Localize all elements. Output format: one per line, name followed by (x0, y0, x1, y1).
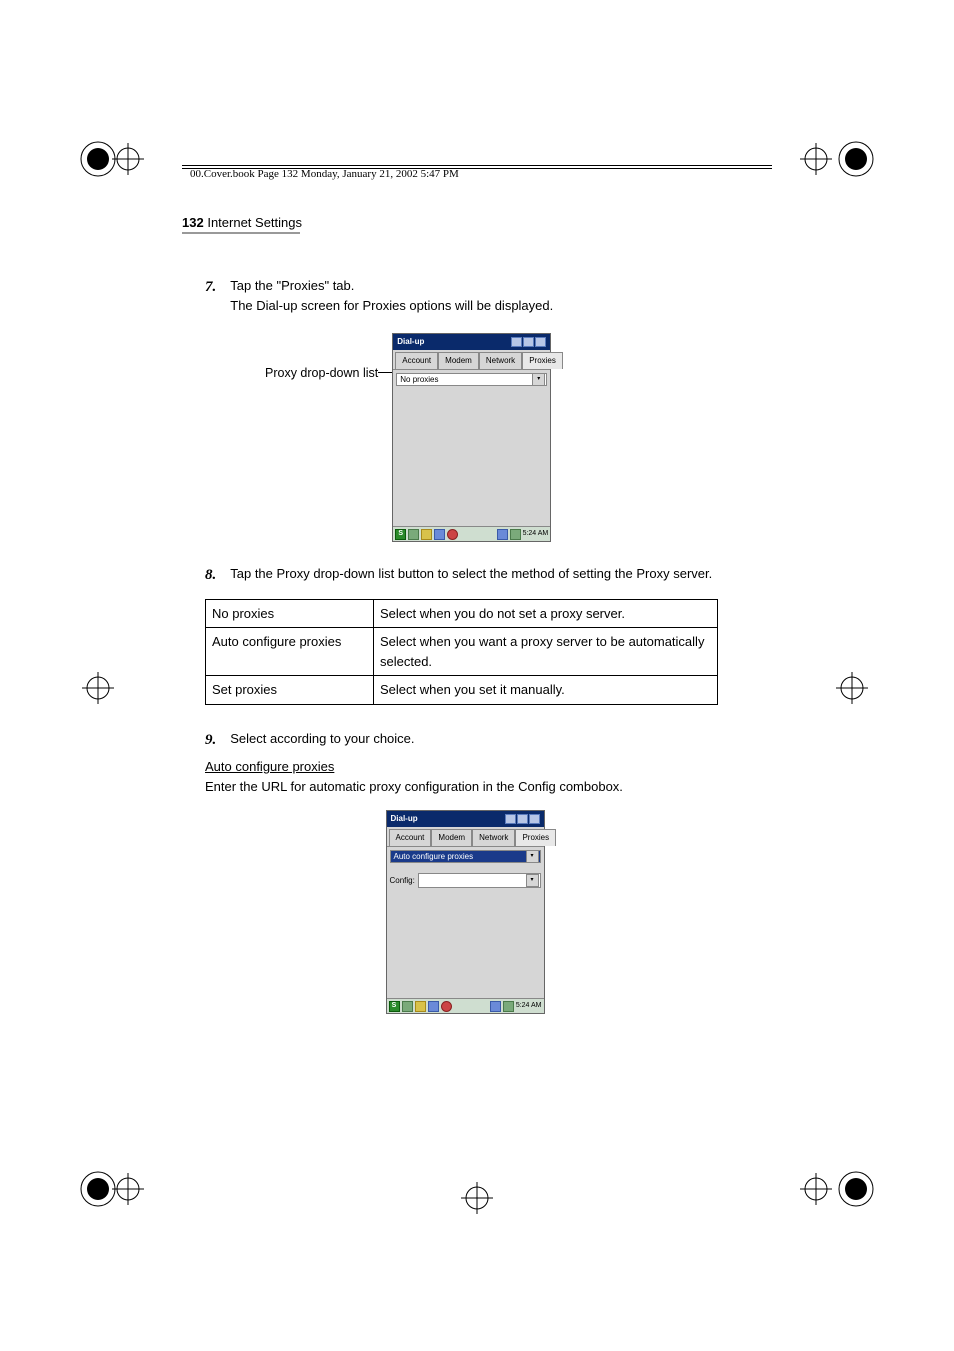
table-cell-option: Set proxies (206, 676, 374, 705)
device-screenshot-2: Dial-up Account Modem Network Proxies Au… (386, 810, 545, 1014)
step-number-7: 7. (205, 276, 216, 315)
taskbar-icon[interactable] (421, 529, 432, 540)
tab-account[interactable]: Account (389, 829, 432, 846)
table-cell-option: No proxies (206, 599, 374, 628)
device-taskbar: S 5:24 AM (393, 526, 550, 541)
taskbar-icon[interactable] (415, 1001, 426, 1012)
running-head-rule (182, 232, 300, 234)
window-ok-icon[interactable] (535, 337, 546, 347)
cropmark-mid-right (828, 668, 876, 708)
tab-proxies[interactable]: Proxies (522, 352, 563, 369)
window-help-icon[interactable] (511, 337, 522, 347)
proxy-dropdown[interactable]: Auto configure proxies ▾ (390, 850, 541, 863)
step-number-8: 8. (205, 564, 216, 587)
chevron-down-icon[interactable]: ▾ (526, 874, 539, 887)
proxy-options-table: No proxies Select when you do not set a … (205, 599, 718, 705)
taskbar-icon[interactable] (408, 529, 419, 540)
auto-configure-heading: Auto configure proxies (205, 759, 334, 774)
table-cell-desc: Select when you want a proxy server to b… (374, 628, 718, 676)
cropmark-bottom-center (457, 1178, 497, 1218)
taskbar-icon[interactable] (434, 529, 445, 540)
cropmark-bottom-right (796, 1165, 876, 1213)
taskbar-clock: 5:24 AM (523, 529, 549, 540)
callout-leader-line (378, 372, 392, 373)
window-close-icon[interactable] (517, 814, 528, 824)
tray-icon[interactable] (503, 1001, 514, 1012)
step8-text: Tap the Proxy drop-down list button to s… (230, 564, 725, 587)
taskbar-icon[interactable] (447, 529, 458, 540)
page-body: 7. Tap the "Proxies" tab. The Dial-up sc… (205, 276, 725, 1014)
table-cell-desc: Select when you do not set a proxy serve… (374, 599, 718, 628)
proxy-dropdown-value: No proxies (400, 374, 438, 386)
tab-modem[interactable]: Modem (431, 829, 472, 846)
page-header-breadcrumb: 00.Cover.book Page 132 Monday, January 2… (190, 168, 459, 180)
device-title: Dial-up (391, 813, 418, 825)
device-titlebar: Dial-up (393, 334, 550, 350)
cropmark-mid-left (78, 668, 126, 708)
device-taskbar: S 5:24 AM (387, 998, 544, 1013)
tray-icon[interactable] (490, 1001, 501, 1012)
taskbar-clock: 5:24 AM (516, 1001, 542, 1012)
table-cell-desc: Select when you set it manually. (374, 676, 718, 705)
window-ok-icon[interactable] (529, 814, 540, 824)
tray-icon[interactable] (497, 529, 508, 540)
device-screenshot-1: Dial-up Account Modem Network Proxies No… (392, 333, 551, 542)
step7-line2: The Dial-up screen for Proxies options w… (230, 296, 725, 316)
section-title: Internet Settings (207, 215, 302, 230)
window-help-icon[interactable] (505, 814, 516, 824)
config-combobox[interactable]: ▾ (418, 873, 541, 888)
taskbar-icon[interactable] (428, 1001, 439, 1012)
step7-line1: Tap the "Proxies" tab. (230, 276, 725, 296)
cropmark-top-right (796, 135, 876, 183)
running-head: 132 Internet Settings (182, 215, 302, 230)
start-button-icon[interactable]: S (395, 529, 406, 540)
tab-proxies[interactable]: Proxies (515, 829, 556, 846)
step9-text: Select according to your choice. (230, 729, 725, 752)
table-row: No proxies Select when you do not set a … (206, 599, 718, 628)
proxy-dropdown-value: Auto configure proxies (394, 851, 474, 863)
tab-network[interactable]: Network (479, 352, 522, 369)
table-row: Auto configure proxies Select when you w… (206, 628, 718, 676)
config-label: Config: (390, 875, 415, 887)
taskbar-icon[interactable] (441, 1001, 452, 1012)
chevron-down-icon[interactable]: ▾ (532, 373, 545, 386)
proxy-dropdown[interactable]: No proxies ▾ (396, 373, 547, 386)
device-title: Dial-up (397, 336, 424, 348)
callout-proxy-dropdown: Proxy drop-down list (265, 333, 378, 383)
table-cell-option: Auto configure proxies (206, 628, 374, 676)
tab-modem[interactable]: Modem (438, 352, 479, 369)
auto-configure-body: Enter the URL for automatic proxy config… (205, 777, 725, 797)
tab-network[interactable]: Network (472, 829, 515, 846)
window-close-icon[interactable] (523, 337, 534, 347)
tab-account[interactable]: Account (395, 352, 438, 369)
device-titlebar: Dial-up (387, 811, 544, 827)
start-button-icon[interactable]: S (389, 1001, 400, 1012)
tray-icon[interactable] (510, 529, 521, 540)
chevron-down-icon[interactable]: ▾ (526, 850, 539, 863)
cropmark-bottom-left (78, 1165, 158, 1213)
table-row: Set proxies Select when you set it manua… (206, 676, 718, 705)
taskbar-icon[interactable] (402, 1001, 413, 1012)
step-number-9: 9. (205, 729, 216, 752)
cropmark-top-left (78, 135, 158, 183)
page-number: 132 (182, 215, 204, 230)
